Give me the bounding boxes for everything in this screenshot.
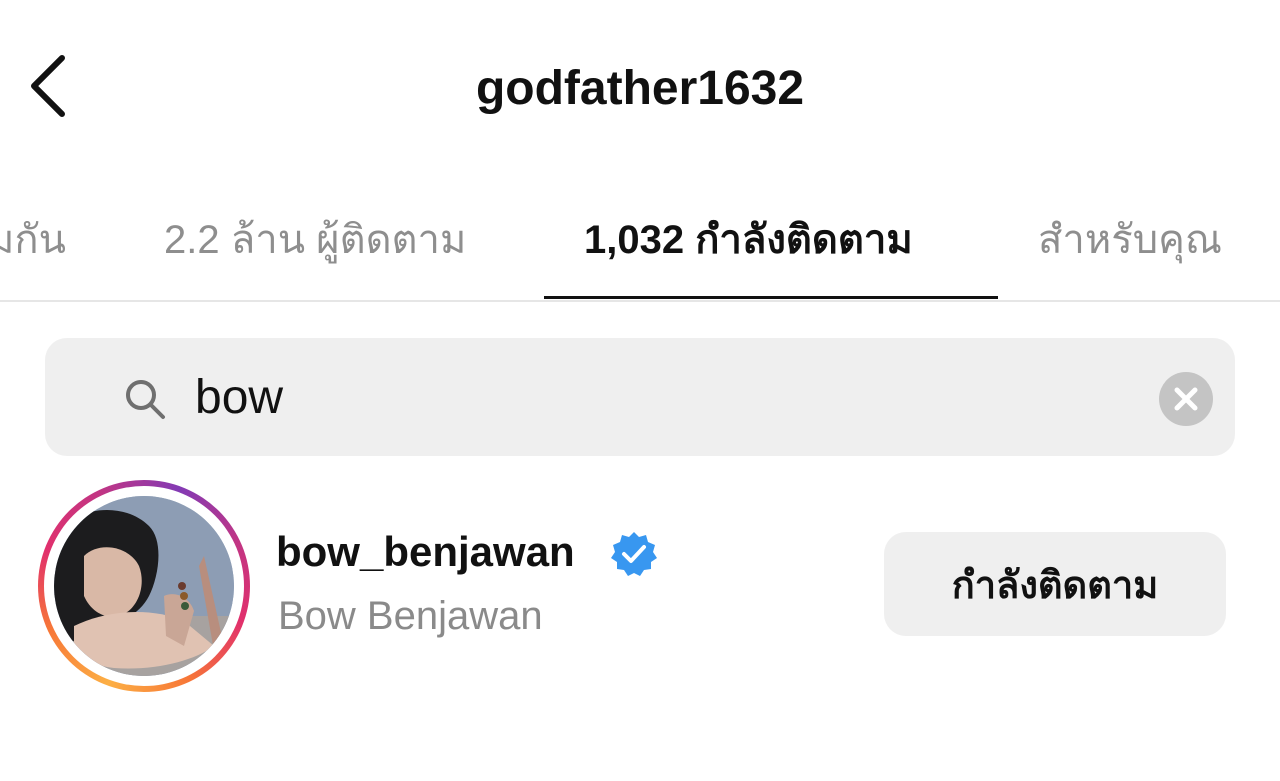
story-ring[interactable] <box>38 480 250 692</box>
search-bar <box>45 338 1235 456</box>
avatar-photo <box>54 496 234 676</box>
page-title: godfather1632 <box>475 62 805 115</box>
tab-bar: มกัน 2.2 ล้าน ผู้ติดตาม 1,032 กำลังติดตา… <box>0 190 1280 302</box>
result-full-name: Bow Benjawan <box>278 594 543 638</box>
following-button[interactable]: กำลังติดตาม <box>884 532 1226 636</box>
tab-mutual[interactable]: มกัน <box>0 200 66 280</box>
verified-badge-icon <box>611 532 657 576</box>
clear-search-button[interactable] <box>1159 372 1213 426</box>
active-tab-indicator <box>544 296 998 299</box>
avatar <box>54 496 234 676</box>
clear-icon <box>1174 387 1198 411</box>
search-input[interactable] <box>195 358 1155 436</box>
list-item[interactable]: bow_benjawan Bow Benjawan กำลังติดตาม <box>0 470 1280 700</box>
tab-for-you[interactable]: สำหรับคุณ <box>1038 200 1222 280</box>
result-username[interactable]: bow_benjawan <box>276 526 575 578</box>
top-bar: godfather1632 <box>0 0 1280 170</box>
following-screen: godfather1632 มกัน 2.2 ล้าน ผู้ติดตาม 1,… <box>0 0 1280 781</box>
tab-followers[interactable]: 2.2 ล้าน ผู้ติดตาม <box>164 200 466 280</box>
search-icon <box>126 380 165 419</box>
tab-following[interactable]: 1,032 กำลังติดตาม <box>584 200 913 280</box>
